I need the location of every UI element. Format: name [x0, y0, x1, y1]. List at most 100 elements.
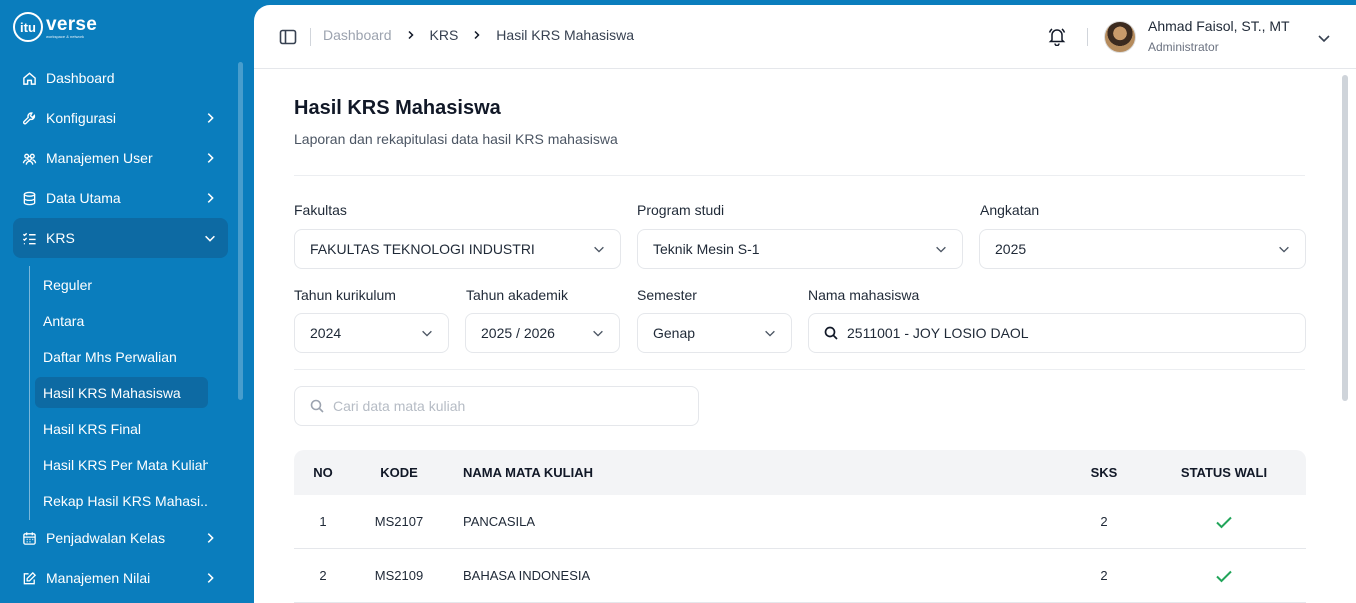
krs-table: NO KODE NAMA MATA KULIAH SKS STATUS WALI… — [294, 450, 1306, 603]
logo-mark: itu — [13, 12, 43, 42]
main-panel: Dashboard KRS Hasil KRS Mahasiswa Ahmad … — [254, 5, 1356, 603]
sidebar-item-label: Manajemen User — [46, 150, 153, 166]
chevron-down-icon — [205, 235, 215, 242]
chevron-down-icon — [422, 330, 432, 337]
home-icon — [22, 71, 37, 86]
sidebar-item-label: Dashboard — [46, 70, 115, 86]
mahasiswa-search-field[interactable]: 2511001 - JOY LOSIO DAOL — [808, 313, 1306, 353]
kurikulum-select[interactable]: 2024 — [294, 313, 449, 353]
top-bar: Dashboard KRS Hasil KRS Mahasiswa Ahmad … — [254, 5, 1356, 69]
course-search-input[interactable] — [333, 398, 673, 414]
course-search-field[interactable] — [294, 386, 699, 426]
breadcrumb-krs[interactable]: KRS — [430, 27, 459, 43]
sidebar-item-konfigurasi[interactable]: Konfigurasi — [13, 98, 228, 138]
chevron-right-icon — [474, 30, 480, 40]
akademik-label: Tahun akademik — [466, 287, 568, 303]
breadcrumb-dashboard[interactable]: Dashboard — [323, 27, 392, 43]
header-nama[interactable]: NAMA MATA KULIAH — [463, 450, 593, 495]
header-kode[interactable]: KODE — [368, 450, 430, 495]
calendar-icon — [22, 531, 37, 546]
logo-tagline: workspace & network — [46, 34, 85, 39]
chevron-down-icon[interactable] — [1316, 30, 1332, 46]
sidebar-item-manajemen-nilai[interactable]: Manajemen Nilai — [13, 558, 228, 598]
angkatan-select[interactable]: 2025 — [979, 229, 1306, 269]
semester-label: Semester — [637, 287, 697, 303]
breadcrumb: Dashboard KRS Hasil KRS Mahasiswa — [323, 27, 634, 43]
angkatan-value: 2025 — [995, 241, 1027, 257]
sidebar-subitem-rekap-hasil-krs[interactable]: Rekap Hasil KRS Mahasi... — [35, 485, 208, 516]
page-title: Hasil KRS Mahasiswa — [294, 97, 501, 119]
logo-word: verse — [46, 14, 98, 35]
divider — [294, 175, 1305, 176]
table-header: NO KODE NAMA MATA KULIAH SKS STATUS WALI — [294, 450, 1306, 495]
sidebar-toggle-icon[interactable] — [278, 27, 298, 47]
users-icon — [22, 151, 37, 166]
row-status-wali — [1174, 495, 1274, 548]
chevron-down-icon — [1279, 246, 1289, 253]
sidebar-subitem-antara[interactable]: Antara — [35, 305, 208, 336]
sidebar-item-label: Konfigurasi — [46, 110, 117, 126]
sidebar-subitem-reguler[interactable]: Reguler — [35, 269, 208, 300]
wrench-icon — [22, 111, 37, 126]
akademik-select[interactable]: 2025 / 2026 — [465, 313, 620, 353]
search-icon — [310, 399, 324, 413]
chevron-right-icon — [207, 533, 214, 543]
sidebar-item-label: Data Utama — [46, 190, 121, 206]
list-checks-icon — [22, 231, 37, 246]
header-sks[interactable]: SKS — [1082, 450, 1126, 495]
row-kode: MS2107 — [374, 514, 424, 529]
sidebar-item-label: KRS — [46, 230, 75, 246]
brand-logo[interactable]: itu verse workspace & network — [13, 12, 97, 42]
row-nama: BAHASA INDONESIA — [463, 568, 591, 583]
semester-select[interactable]: Genap — [637, 313, 792, 353]
angkatan-label: Angkatan — [980, 202, 1040, 218]
sidebar-subitem-hasil-krs-final[interactable]: Hasil KRS Final — [35, 413, 208, 444]
sidebar-item-penjadwalan-kelas[interactable]: Penjadwalan Kelas — [13, 518, 228, 558]
fakultas-label: Fakultas — [294, 202, 347, 218]
sidebar: itu verse workspace & network Dashboard … — [0, 0, 254, 603]
sidebar-item-krs[interactable]: KRS — [13, 218, 228, 258]
bell-icon[interactable] — [1047, 26, 1067, 46]
sidebar-subitem-hasil-krs-mahasiswa[interactable]: Hasil KRS Mahasiswa — [35, 377, 208, 408]
breadcrumb-current: Hasil KRS Mahasiswa — [496, 27, 635, 43]
sidebar-item-data-utama[interactable]: Data Utama — [13, 178, 228, 218]
fakultas-select[interactable]: FAKULTAS TEKNOLOGI INDUSTRI — [294, 229, 621, 269]
sidebar-item-dashboard[interactable]: Dashboard — [13, 58, 228, 98]
avatar[interactable] — [1104, 21, 1136, 53]
row-no: 1 — [319, 514, 327, 529]
chevron-right-icon — [407, 30, 414, 40]
user-name: Ahmad Faisol, ST., MT — [1148, 18, 1290, 34]
row-sks: 2 — [1100, 514, 1108, 529]
kurikulum-label: Tahun kurikulum — [294, 287, 396, 303]
sidebar-item-label: Manajemen Nilai — [46, 570, 151, 586]
sidebar-subitem-hasil-krs-per-mata-kuliah[interactable]: Hasil KRS Per Mata Kuliah — [35, 449, 208, 480]
header-status-wali[interactable]: STATUS WALI — [1174, 450, 1274, 495]
row-sks: 2 — [1100, 568, 1108, 583]
page-subtitle: Laporan dan rekapitulasi data hasil KRS … — [294, 131, 618, 147]
check-icon — [1216, 516, 1232, 528]
database-icon — [22, 191, 37, 206]
row-nama: PANCASILA — [463, 514, 536, 529]
fakultas-value: FAKULTAS TEKNOLOGI INDUSTRI — [310, 241, 535, 257]
chevron-down-icon — [765, 330, 775, 337]
prodi-select[interactable]: Teknik Mesin S-1 — [637, 229, 963, 269]
chevron-right-icon — [207, 153, 214, 163]
kurikulum-value: 2024 — [310, 325, 342, 341]
chevron-right-icon — [207, 113, 214, 123]
mahasiswa-value: 2511001 - JOY LOSIO DAOL — [847, 325, 1029, 341]
table-row[interactable]: 1 MS2107 PANCASILA 2 — [294, 495, 1306, 549]
row-kode: MS2109 — [374, 568, 424, 583]
table-row[interactable]: 2 MS2109 BAHASA INDONESIA 2 — [294, 549, 1306, 603]
check-icon — [1216, 570, 1232, 582]
divider — [294, 369, 1305, 370]
main-scrollbar[interactable] — [1342, 75, 1348, 401]
chevron-down-icon — [594, 246, 604, 253]
sidebar-scrollbar[interactable] — [238, 62, 243, 400]
divider — [1087, 28, 1088, 46]
chevron-down-icon — [593, 330, 603, 337]
header-no[interactable]: NO — [294, 450, 352, 495]
akademik-value: 2025 / 2026 — [481, 325, 555, 341]
semester-value: Genap — [653, 325, 696, 341]
sidebar-subitem-daftar-mhs-perwalian[interactable]: Daftar Mhs Perwalian — [35, 341, 208, 372]
sidebar-item-manajemen-user[interactable]: Manajemen User — [13, 138, 228, 178]
